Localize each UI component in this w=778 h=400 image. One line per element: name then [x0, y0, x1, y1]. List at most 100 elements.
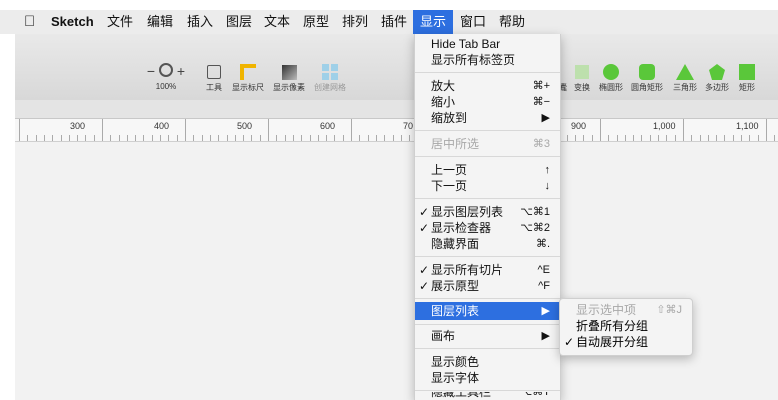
menu-item-zoom-in[interactable]: 放大 ⌘+: [415, 78, 560, 94]
ruler-tick: [766, 119, 767, 141]
checkmark-icon: ✓: [419, 279, 430, 293]
menu-arrange[interactable]: 排列: [335, 10, 375, 34]
window-edge: [0, 34, 15, 400]
menu-plugins[interactable]: 插件: [374, 10, 414, 34]
ruler-tick: [758, 135, 759, 141]
ruler-tick: [749, 135, 750, 141]
rounded-rect-label: 圆角矩形: [631, 83, 663, 92]
menu-help[interactable]: 帮助: [492, 10, 532, 34]
menu-bar:  Sketch 文件 编辑 插入 图层 文本 原型 排列 插件 显示 窗口 帮…: [0, 10, 778, 34]
menu-item-hide-interface[interactable]: 隐藏界面 ⌘.: [415, 236, 560, 252]
ruler-tick: [600, 119, 601, 141]
show-rulers-button[interactable]: 显示标尺: [230, 62, 266, 93]
menu-item-previous-page[interactable]: 上一页 ↑: [415, 162, 560, 178]
menu-separator: [415, 348, 560, 349]
menu-item-show-layer-list[interactable]: ✓ 显示图层列表 ⌥⌘1: [415, 204, 560, 220]
tools-button[interactable]: 工具: [199, 62, 229, 93]
ruler-tick: [210, 135, 211, 141]
ruler-label: 500: [237, 121, 253, 131]
menu-item-zoom-out[interactable]: 缩小 ⌘−: [415, 94, 560, 110]
grid-icon: [312, 62, 348, 82]
ruler-tick: [774, 135, 775, 141]
rounded-rect-button[interactable]: 圆角矩形: [629, 62, 665, 93]
triangle-button[interactable]: 三角形: [671, 62, 699, 93]
ruler-tick: [160, 135, 161, 141]
rectangle-icon: [735, 62, 759, 82]
zoom-out-button[interactable]: −: [147, 63, 155, 79]
menu-item-zoom-to[interactable]: 缩放到 ▶: [415, 110, 560, 126]
polygon-button[interactable]: 多边形: [703, 62, 731, 93]
menu-window[interactable]: 窗口: [453, 10, 493, 34]
oval-button[interactable]: 椭圆形: [597, 62, 625, 93]
menu-item-layer-list[interactable]: 图层列表 ▶: [415, 302, 560, 320]
ruler-tick: [683, 119, 684, 141]
ruler-tick: [326, 135, 327, 141]
ruler-tick: [633, 135, 634, 141]
ruler-tick: [393, 135, 394, 141]
submenu-arrow-icon: ▶: [541, 112, 550, 124]
menu-layer[interactable]: 图层: [219, 10, 259, 34]
ruler-tick: [384, 135, 385, 141]
ruler-tick: [135, 135, 136, 141]
create-grid-button[interactable]: 创建网格: [312, 62, 348, 93]
ruler-tick: [110, 135, 111, 141]
menu-item-show-prototype[interactable]: ✓ 展示原型 ^F: [415, 278, 560, 294]
menu-item-next-page[interactable]: 下一页 ↓: [415, 178, 560, 194]
horizontal-ruler[interactable]: 300 400 500 600 70 900 1,000 1,100: [15, 119, 778, 142]
menu-separator: [415, 198, 560, 199]
zoom-control: − + 100%: [141, 62, 191, 91]
menu-item-show-all-slices[interactable]: ✓ 显示所有切片 ^E: [415, 262, 560, 278]
menu-separator: [415, 256, 560, 257]
menu-file[interactable]: 文件: [100, 10, 140, 34]
ruler-tick: [359, 135, 360, 141]
menu-sketch[interactable]: Sketch: [44, 10, 101, 34]
apple-menu-icon[interactable]: : [17, 10, 42, 34]
menu-item-hide-tab-bar[interactable]: Hide Tab Bar: [415, 36, 560, 52]
ruler-tick: [617, 135, 618, 141]
transform-label: 变换: [574, 83, 590, 92]
show-pixels-button[interactable]: 显示像素: [271, 62, 307, 93]
menu-edit[interactable]: 编辑: [140, 10, 180, 34]
ruler-tick: [27, 135, 28, 141]
zoom-in-button[interactable]: +: [177, 63, 185, 79]
menu-item-show-all-tabs[interactable]: 显示所有标签页: [415, 52, 560, 68]
ruler-tick: [658, 135, 659, 141]
ruler-tick: [94, 135, 95, 141]
triangle-icon: [671, 62, 699, 82]
menu-text[interactable]: 文本: [257, 10, 297, 34]
ruler-label: 1,000: [653, 121, 676, 131]
tools-label: 工具: [206, 83, 222, 92]
menu-item-canvas[interactable]: 画布 ▶: [415, 328, 560, 344]
ruler-tick: [724, 135, 725, 141]
ruler-tick: [401, 135, 402, 141]
ruler-tick: [592, 135, 593, 141]
ruler-tick: [260, 135, 261, 141]
rectangle-button[interactable]: 矩形: [735, 62, 759, 93]
ruler-tick: [185, 119, 186, 141]
menu-prototype[interactable]: 原型: [296, 10, 336, 34]
canvas[interactable]: [15, 142, 778, 400]
ruler-tick: [318, 135, 319, 141]
tools-icon: [199, 62, 229, 82]
menu-insert[interactable]: 插入: [180, 10, 220, 34]
menu-item-show-inspector[interactable]: ✓ 显示检查器 ⌥⌘2: [415, 220, 560, 236]
menu-item-show-fonts[interactable]: 显示字体: [415, 370, 560, 386]
ruler-label: 300: [70, 121, 86, 131]
transform-button[interactable]: 变换: [571, 62, 593, 93]
menu-view[interactable]: 显示: [413, 10, 454, 34]
ruler-tick: [143, 135, 144, 141]
submenu-item-auto-expand-groups[interactable]: ✓ 自动展开分组: [560, 334, 692, 350]
submenu-item-collapse-groups[interactable]: 折叠所有分组: [560, 318, 692, 334]
pixels-icon: [271, 62, 307, 82]
menu-item-show-colors[interactable]: 显示颜色: [415, 354, 560, 370]
menu-item-hide-toolbar[interactable]: 隐藏工具栏 ⌥⌘T: [415, 392, 560, 400]
ruler-tick: [52, 135, 53, 141]
create-grid-label: 创建网格: [314, 83, 346, 92]
checkmark-icon: ✓: [564, 335, 575, 349]
ruler-tick: [716, 135, 717, 141]
ruler-tick: [334, 135, 335, 141]
ruler-tick: [293, 135, 294, 141]
rounded-rect-icon: [629, 62, 665, 82]
ruler-tick: [227, 135, 228, 141]
ruler-tick: [641, 135, 642, 141]
